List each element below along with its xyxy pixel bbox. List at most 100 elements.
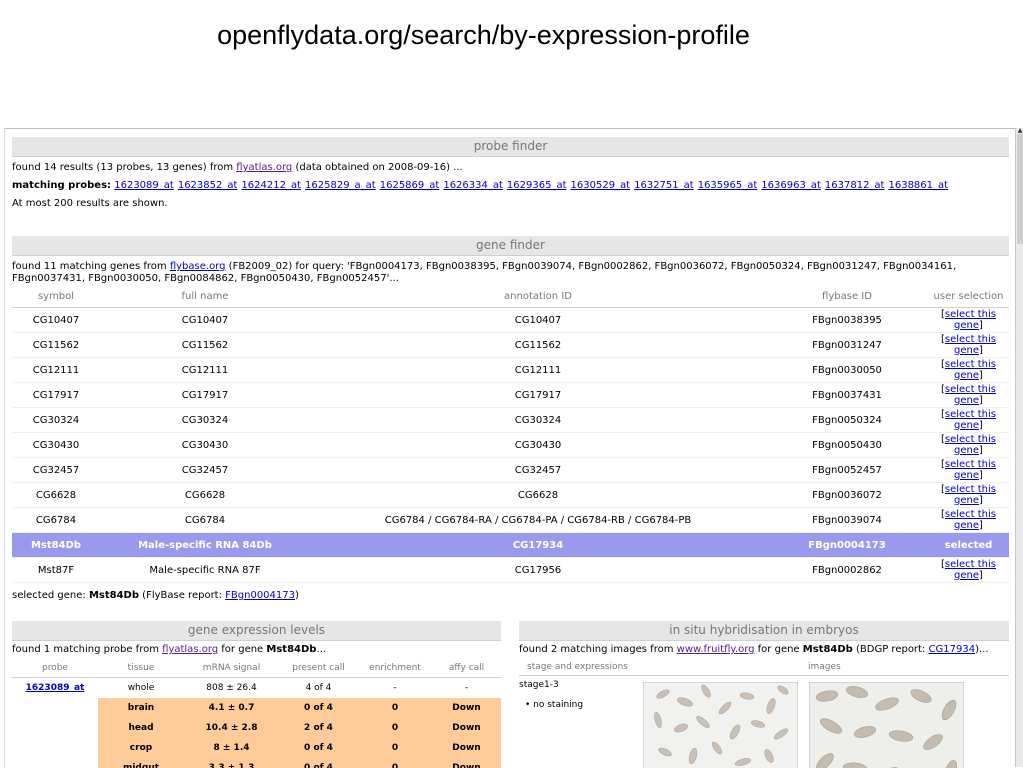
gene-cell-symbol: CG30430: [12, 433, 100, 458]
gene-row: CG30430CG30430CG30430FBgn0050430[select …: [12, 433, 1009, 458]
gene-cell-full-name: CG11562: [100, 333, 310, 358]
gene-cell-annotation: CG17934: [310, 533, 766, 558]
select-gene-link[interactable]: select this gene: [945, 434, 996, 456]
select-gene-link[interactable]: select this gene: [945, 509, 996, 531]
gene-cell-symbol: CG6628: [12, 483, 100, 508]
probe-link[interactable]: 1638861_at: [888, 180, 948, 191]
flybase-report-link[interactable]: FBgn0004173: [225, 590, 295, 601]
probe-link[interactable]: 1625829_a_at: [305, 180, 376, 191]
probe-link[interactable]: 1629365_at: [507, 180, 567, 191]
gene-cell-selection: [select this gene]: [928, 483, 1009, 508]
gene-cell-full-name: CG10407: [100, 308, 310, 333]
gene-found-suffix: (FB2009_02) for query: 'FBgn0004173, FBg…: [225, 261, 956, 272]
select-gene-link[interactable]: select this gene: [945, 309, 996, 331]
select-gene-link[interactable]: select this gene: [945, 459, 996, 481]
probe-found-text: found 14 results (13 probes, 13 genes) f…: [12, 159, 1009, 177]
expr-cell-enrichment: -: [358, 678, 432, 699]
col-flybase-id: flybase ID: [766, 285, 928, 308]
select-gene-link[interactable]: select this gene: [945, 484, 996, 506]
flyatlas-link[interactable]: flyatlas.org: [236, 162, 292, 173]
gene-cell-selection: [select this gene]: [928, 433, 1009, 458]
expression-header: gene expression levels: [12, 621, 501, 641]
gene-cell-flybase: FBgn0038395: [766, 308, 928, 333]
probe-link[interactable]: 1623852_at: [178, 180, 238, 191]
probe-finder-section: probe finder found 14 results (13 probes…: [12, 137, 1009, 213]
insitu-gene: Mst84Db: [803, 644, 853, 655]
insitu-section: in situ hybridisation in embryos found 2…: [519, 621, 1009, 768]
gene-cell-flybase: FBgn0039074: [766, 508, 928, 533]
browser-viewport: probe finder found 14 results (13 probes…: [4, 128, 1016, 768]
insitu-row: stage1-3 • no staining: [519, 676, 1009, 768]
gene-cell-selection: [select this gene]: [928, 333, 1009, 358]
select-gene-link[interactable]: select this gene: [945, 559, 996, 581]
col-affy-call: affy call: [432, 659, 501, 678]
gene-cell-flybase: FBgn0036072: [766, 483, 928, 508]
gene-cell-flybase: FBgn0030050: [766, 358, 928, 383]
gene-finder-section: gene finder found 11 matching genes from…: [5, 236, 1016, 605]
expression-table-body: 1623089_atwhole808 ± 26.44 of 4--brain4.…: [12, 678, 501, 768]
expression-row: head10.4 ± 2.82 of 40Down: [12, 718, 501, 738]
flybase-link[interactable]: flybase.org: [170, 261, 226, 272]
expr-flyatlas-link[interactable]: flyatlas.org: [162, 644, 218, 655]
gene-cell-annotation: CG30430: [310, 433, 766, 458]
expr-cell-present: 2 of 4: [279, 718, 358, 738]
scroll-thumb[interactable]: [1017, 134, 1023, 244]
gene-cell-full-name: CG12111: [100, 358, 310, 383]
insitu-table-header: stage and expressions images: [519, 659, 1009, 676]
gene-found-line2: FBgn0037431, FBgn0030050, FBgn0084862, F…: [12, 273, 399, 284]
expr-cell-signal: 8 ± 1.4: [184, 738, 279, 758]
gene-cell-annotation: CG11562: [310, 333, 766, 358]
gene-cell-selection: [select this gene]: [928, 383, 1009, 408]
gene-cell-symbol: CG17917: [12, 383, 100, 408]
gene-cell-flybase: FBgn0031247: [766, 333, 928, 358]
probe-link[interactable]: 1623089_at: [114, 180, 174, 191]
gene-cell-annotation: CG10407: [310, 308, 766, 333]
expr-gene: Mst84Db: [266, 644, 316, 655]
col-stage: stage and expressions: [527, 659, 628, 675]
probe-link[interactable]: 1636963_at: [761, 180, 821, 191]
gene-cell-flybase: FBgn0050324: [766, 408, 928, 433]
probe-link[interactable]: 1632751_at: [634, 180, 694, 191]
fruitfly-link[interactable]: www.fruitfly.org: [677, 644, 755, 655]
expr-cell-probe: [12, 698, 98, 718]
gene-cell-selection: [select this gene]: [928, 558, 1009, 583]
select-gene-link[interactable]: select this gene: [945, 384, 996, 406]
select-gene-link[interactable]: select this gene: [945, 409, 996, 431]
probe-link[interactable]: 1625869_at: [380, 180, 440, 191]
probe-found-suffix: (data obtained on 2008-09-16) ...: [292, 162, 462, 173]
probe-link[interactable]: 1630529_at: [571, 180, 631, 191]
expr-probe-link[interactable]: 1623089_at: [26, 683, 85, 693]
gene-cell-selection: selected: [928, 533, 1009, 558]
slide-title: openflydata.org/search/by-expression-pro…: [0, 20, 967, 51]
expr-cell-affy: Down: [432, 738, 501, 758]
gene-cell-annotation: CG6784 / CG6784-RA / CG6784-PA / CG6784-…: [310, 508, 766, 533]
selected-gene-name: Mst84Db: [89, 590, 139, 601]
expression-table-header: probe tissue mRNA signal present call en…: [12, 659, 501, 678]
probe-link[interactable]: 1624212_at: [241, 180, 301, 191]
bdgp-report-link[interactable]: CG17934: [929, 644, 976, 655]
expr-cell-present: 0 of 4: [279, 698, 358, 718]
embryo-image-1[interactable]: [643, 682, 798, 768]
gene-row: CG32457CG32457CG32457FBgn0052457[select …: [12, 458, 1009, 483]
select-gene-link[interactable]: select this gene: [945, 334, 996, 356]
col-probe: probe: [12, 659, 98, 678]
select-gene-link[interactable]: select this gene: [945, 359, 996, 381]
probe-link[interactable]: 1626334_at: [443, 180, 503, 191]
probe-links: 1623089_at 1623852_at1624212_at 1625829_a_…: [114, 180, 952, 191]
expression-section: gene expression levels found 1 matching …: [5, 621, 508, 768]
vertical-scrollbar[interactable]: ▲: [1015, 128, 1023, 767]
gene-row: CG6628CG6628CG6628FBgn0036072[select thi…: [12, 483, 1009, 508]
gene-cell-flybase: FBgn0037431: [766, 383, 928, 408]
probe-link[interactable]: 1635965_at: [698, 180, 758, 191]
results-limit-note: At most 200 results are shown.: [12, 195, 1009, 213]
matching-probes-line: matching probes: 1623089_at1623852_at162…: [12, 177, 1009, 195]
gene-table: symbol full name annotation ID flybase I…: [12, 285, 1009, 583]
expression-table: probe tissue mRNA signal present call en…: [12, 659, 501, 768]
gene-cell-symbol: Mst84Db: [12, 533, 100, 558]
gene-row: CG12111CG12111CG12111FBgn0030050[select …: [12, 358, 1009, 383]
gene-row: CG11562CG11562CG11562FBgn0031247[select …: [12, 333, 1009, 358]
probe-link[interactable]: 1637812_at: [825, 180, 885, 191]
gene-cell-selection: [select this gene]: [928, 508, 1009, 533]
embryo-image-2[interactable]: [809, 682, 964, 768]
insitu-report-prefix: (BDGP report:: [853, 644, 929, 655]
